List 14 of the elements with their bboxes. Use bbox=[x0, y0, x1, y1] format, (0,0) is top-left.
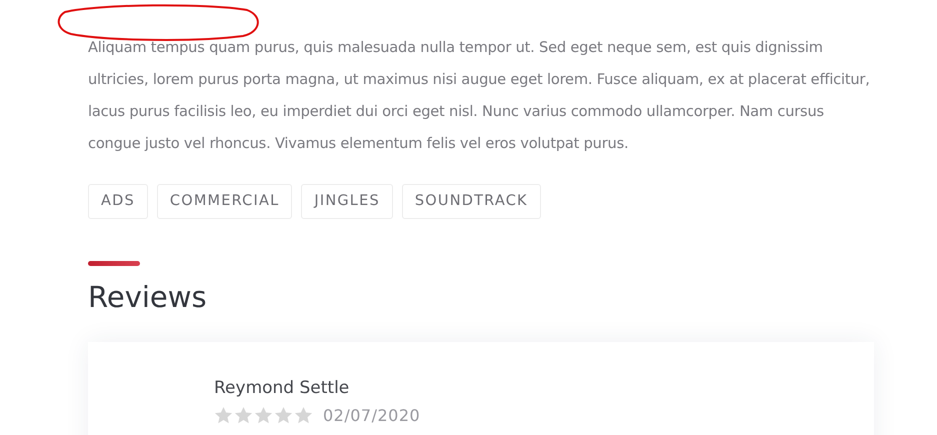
star-icon bbox=[234, 406, 253, 425]
reviewer-name: Reymond Settle bbox=[214, 378, 350, 398]
section-title: Reviews bbox=[88, 280, 208, 314]
star-icon bbox=[274, 406, 293, 425]
star-icon bbox=[214, 406, 233, 425]
tag-link[interactable]: SOUNDTRACK bbox=[402, 184, 541, 219]
tag-link[interactable]: COMMERCIAL bbox=[156, 184, 292, 219]
description-text: Aliquam tempus quam purus, quis malesuada nulla tempor ut. Sed eget neque sem, est quis dignissim ultricies, lorem purus porta magna, ut maximus nisi augue eget lorem. Fusce aliquam, ex at placerat efficitur, lacus purus facilisis leo, eu imperdiet dui orci eget nisl. Nunc varius commodo ullamcorper. Nam cursus congue justo vel rhoncus. Vivamus elementum felis vel eros volutpat purus. bbox=[88, 38, 871, 154]
star-icon bbox=[254, 406, 273, 425]
review-date: 02/07/2020 bbox=[323, 406, 420, 425]
star-icon bbox=[294, 406, 313, 425]
tag-link[interactable]: ADS bbox=[88, 184, 148, 219]
tag-link[interactable]: JINGLES bbox=[301, 184, 393, 219]
accent-bar bbox=[88, 261, 140, 266]
